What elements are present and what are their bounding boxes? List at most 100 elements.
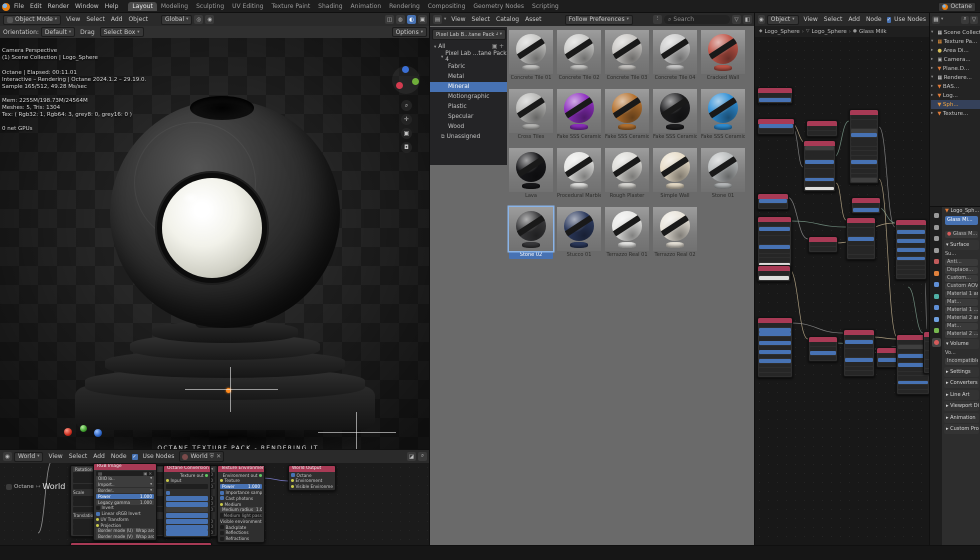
workspace-tab-uv-editing[interactable]: UV Editing (228, 2, 267, 11)
asset-item[interactable]: Fake SSS Ceramic... (701, 89, 745, 141)
pan-tool-icon[interactable]: ✛ (401, 114, 412, 125)
node-row[interactable]: Legacy gamma1.000 (96, 500, 154, 505)
node-row[interactable]: OIIO lo..▾ (96, 476, 154, 481)
menu-item[interactable]: Select (66, 450, 91, 463)
menu-item[interactable]: View (448, 13, 468, 26)
asset-item[interactable]: Concrete Tile 02 (557, 30, 601, 82)
menu-item[interactable]: Add (108, 13, 126, 26)
properties-tab-output[interactable] (932, 234, 941, 243)
select-tool-dropdown[interactable]: Select Box▾ (100, 27, 144, 37)
node-row[interactable]: Import..▾ (96, 482, 154, 487)
node-row[interactable] (166, 507, 208, 512)
node-row[interactable] (166, 519, 208, 524)
use-nodes-checkbox[interactable]: ✓ (132, 454, 138, 460)
asset-thumbnail[interactable] (605, 148, 649, 192)
menu-item[interactable]: Select (821, 13, 846, 26)
shader-node[interactable] (895, 219, 927, 280)
node-header[interactable]: World Output (289, 466, 335, 472)
asset-thumbnail[interactable] (701, 89, 745, 133)
shader-node[interactable] (808, 336, 838, 362)
node-header[interactable]: RGB Image (94, 464, 156, 470)
properties-tab-particles[interactable] (932, 292, 941, 301)
asset-item[interactable]: Cross Tiles (509, 89, 553, 141)
asset-item[interactable]: Concrete Tile 03 (605, 30, 649, 82)
asset-thumbnail[interactable] (701, 30, 745, 74)
asset-thumbnail[interactable] (653, 148, 697, 192)
shader-node[interactable] (757, 118, 795, 135)
shader-node[interactable] (843, 329, 875, 377)
node-row[interactable]: Reflections (220, 530, 262, 535)
lock-view-icon[interactable]: ◘ (401, 142, 412, 153)
filter-icon[interactable]: ▽ (732, 15, 741, 24)
node-header[interactable]: Texture Environment (218, 466, 264, 472)
node-row[interactable]: Visible environment (220, 519, 262, 524)
asset-thumbnail[interactable] (701, 148, 745, 192)
options-toggle-icon[interactable]: ◧ (743, 15, 752, 24)
filter-icon[interactable]: ▽ (970, 16, 978, 24)
blender-logo-icon[interactable] (2, 3, 10, 11)
prop-row[interactable]: Material 1 an... (945, 291, 978, 298)
asset-thumbnail[interactable] (605, 207, 649, 251)
material-slot-selected[interactable]: Glass Mi... (945, 216, 978, 225)
node-row[interactable]: Texture (220, 478, 262, 483)
prop-row[interactable]: Material 2 ... (945, 331, 978, 338)
catalog-item-specular[interactable]: Specular (430, 112, 507, 122)
properties-tab-scene[interactable] (932, 257, 941, 266)
outliner-row[interactable]: ▸▼Plane.D... (931, 64, 980, 73)
editor-type-icon[interactable]: ▦ (932, 16, 940, 24)
shader-node[interactable] (851, 197, 881, 214)
shader-node[interactable] (849, 109, 879, 184)
outliner-row[interactable]: ▸●Area Di... (931, 46, 980, 55)
asset-item[interactable]: Simple Wall (653, 148, 697, 200)
prop-section-custom-pro-[interactable]: ▸ Custom Pro... (944, 424, 979, 434)
workspace-tab-texture-paint[interactable]: Texture Paint (267, 2, 314, 11)
asset-thumbnail[interactable] (557, 148, 601, 192)
node-row[interactable]: Visible Environment (291, 484, 333, 489)
prop-row[interactable]: Material 2 an... (945, 315, 978, 322)
world-node-rgb-image[interactable]: RGB Image▤▣ ✕OIIO lo..▾Import..▾Border..… (93, 463, 157, 541)
shader-node[interactable] (757, 265, 791, 282)
menu-item[interactable]: Node (863, 13, 885, 26)
asset-item[interactable]: Concrete Tile 04 (653, 30, 697, 82)
menu-item[interactable]: View (801, 13, 821, 26)
asset-thumbnail[interactable] (653, 30, 697, 74)
prop-section-settings[interactable]: ▸ Settings (944, 367, 979, 377)
gizmo-y-axis[interactable] (396, 82, 403, 89)
asset-item[interactable]: Fake SSS Ceramic... (653, 89, 697, 141)
prop-section-surface[interactable]: ▾ Surface (944, 240, 979, 250)
node-row[interactable]: Border mode (U)Wrap around▾ (96, 528, 154, 533)
node-row[interactable] (166, 490, 208, 495)
asset-item[interactable]: Lava (509, 148, 553, 200)
outliner-row[interactable]: ▾▦Scene Collecti... (931, 28, 980, 37)
prop-row[interactable]: Mat... (945, 299, 978, 306)
outliner-row[interactable]: ▸▼BAS... (931, 82, 980, 91)
workspace-tab-animation[interactable]: Animation (347, 2, 386, 11)
asset-thumbnail[interactable] (653, 207, 697, 251)
prop-row[interactable]: Su... (943, 250, 980, 258)
world-datablock[interactable]: World ⛨ ✕ (179, 451, 224, 462)
node-row[interactable]: UV Transform (96, 517, 154, 522)
breadcrumb-segment[interactable]: Logo_Sphere (811, 29, 846, 35)
unlink-icon[interactable]: ✕ (216, 453, 221, 460)
asset-thumbnail[interactable] (557, 89, 601, 133)
workspace-tab-compositing[interactable]: Compositing (424, 2, 470, 11)
workspace-tab-shading[interactable]: Shading (314, 2, 346, 11)
node-row[interactable]: Backplate (220, 525, 262, 530)
asset-thumbnail[interactable] (557, 30, 601, 74)
editor-type-icon[interactable]: ◉ (758, 15, 765, 24)
asset-item[interactable]: Concrete Tile 01 (509, 30, 553, 82)
world-node-world-output[interactable]: World OutputOctaneEnvironmentVisible Env… (288, 465, 336, 491)
node-row[interactable] (166, 496, 208, 501)
camera-view-icon[interactable]: ▣ (401, 128, 412, 139)
properties-tab-view-layer[interactable] (932, 246, 941, 255)
editor-zoom-icon[interactable]: ⌕ (418, 452, 427, 461)
asset-item[interactable]: Stone 01 (701, 148, 745, 200)
prop-row[interactable]: Anti... (945, 259, 978, 266)
shader-node[interactable] (846, 217, 876, 260)
node-row[interactable] (166, 530, 208, 535)
menu-item[interactable]: Asset (522, 13, 544, 26)
menu-item[interactable]: Help (102, 0, 122, 13)
node-header[interactable]: Octane Conversion (164, 466, 210, 472)
node-row[interactable] (166, 513, 208, 518)
workspace-tab-geometry-nodes[interactable]: Geometry Nodes (469, 2, 528, 11)
